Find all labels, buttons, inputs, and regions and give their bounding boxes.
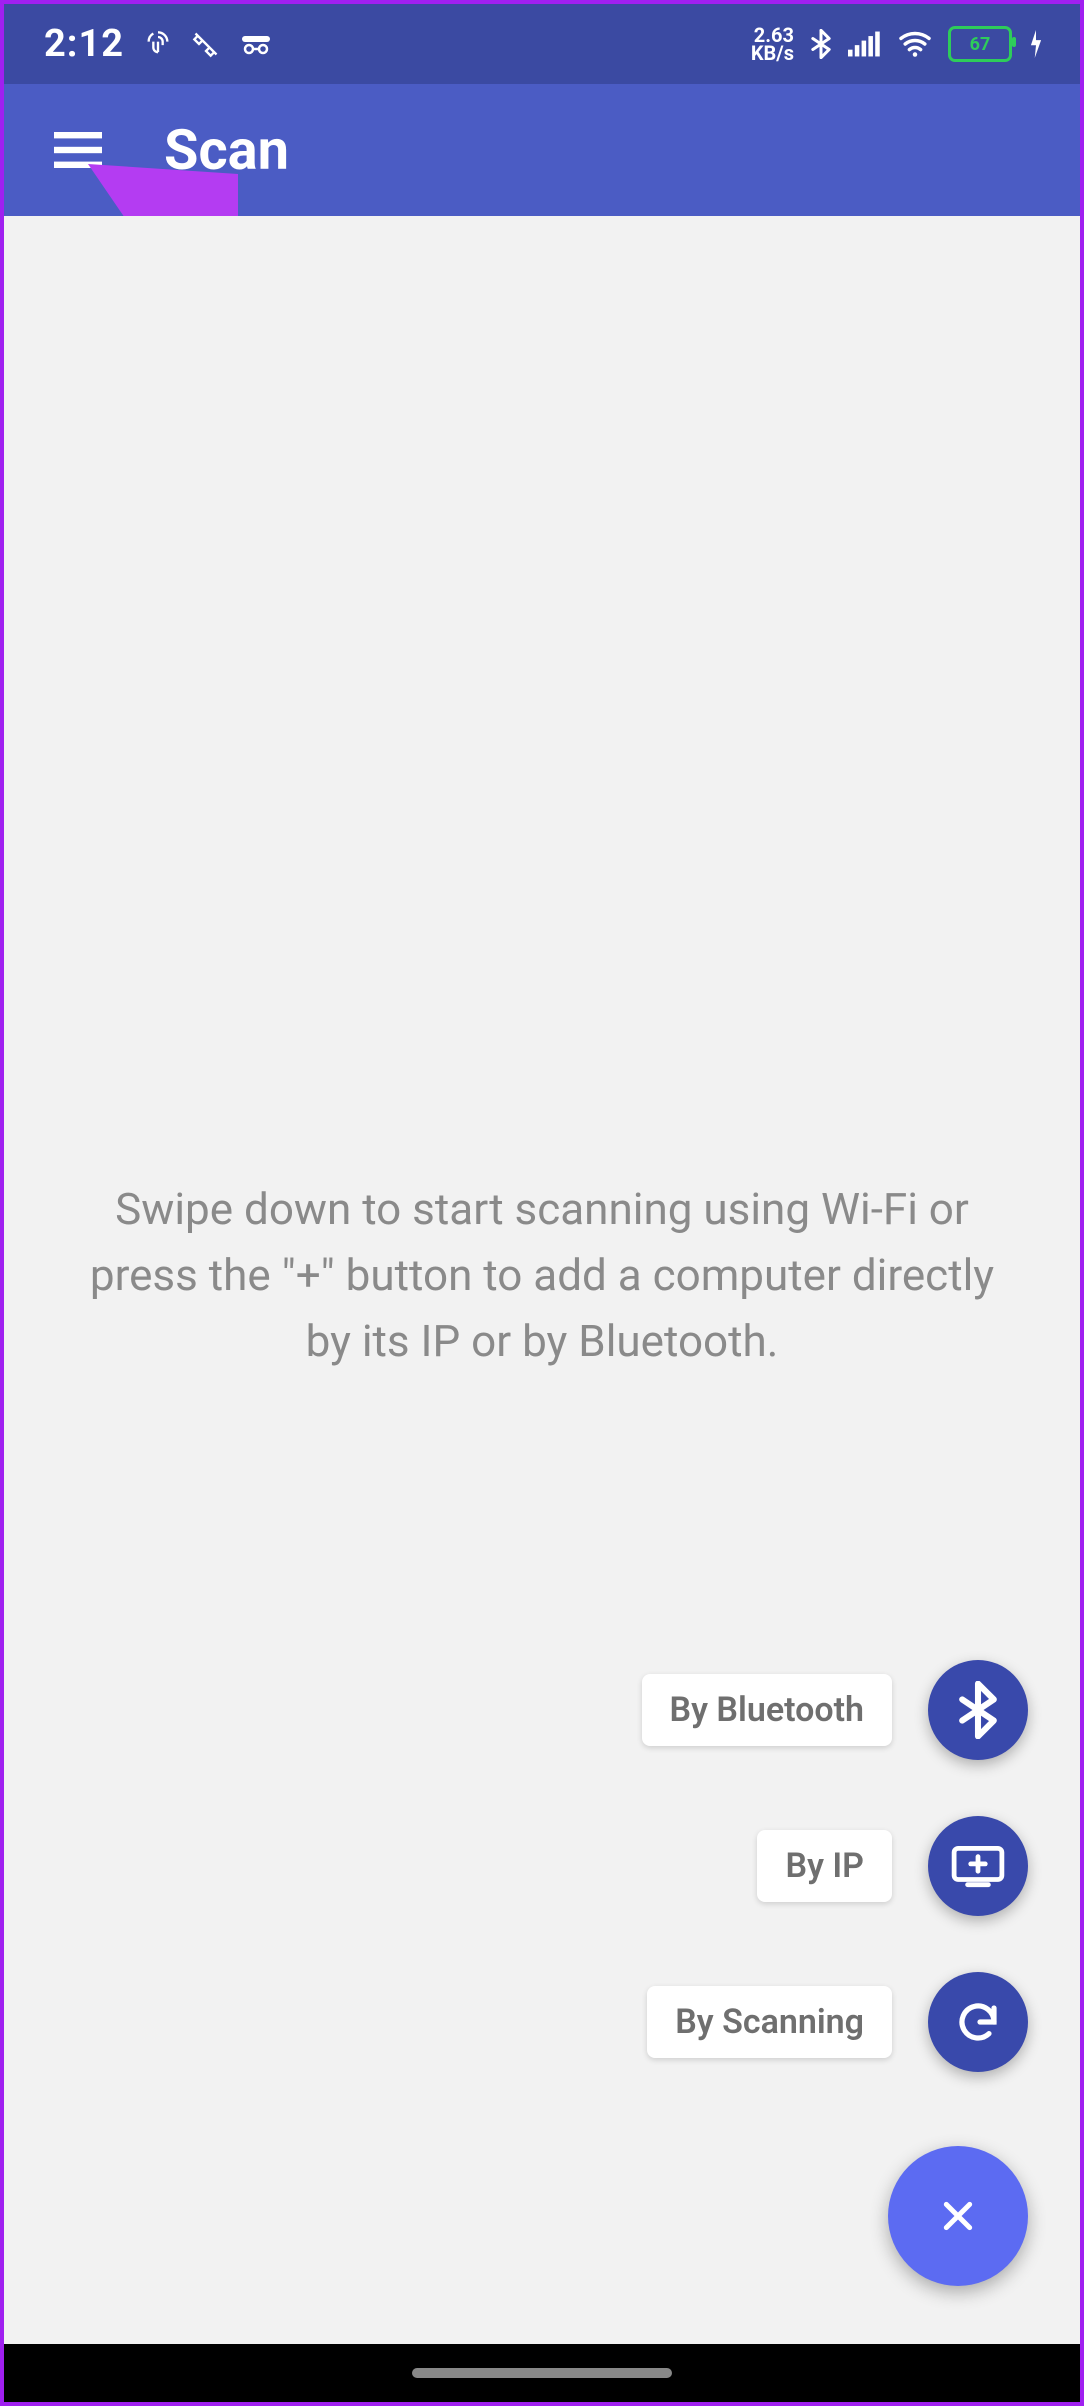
- speed-dial-label-bluetooth[interactable]: By Bluetooth: [642, 1674, 892, 1746]
- content-area[interactable]: Swipe down to start scanning using Wi-Fi…: [4, 216, 1080, 2344]
- speed-dial-button-scan[interactable]: [928, 1972, 1028, 2072]
- bluetooth-icon: [956, 1681, 1000, 1739]
- add-monitor-icon: [951, 1844, 1005, 1888]
- wifi-icon: [898, 30, 932, 58]
- speed-dial-button-ip[interactable]: [928, 1816, 1028, 1916]
- incognito-icon: [240, 30, 272, 58]
- speed-dial: By Bluetooth By IP: [642, 1660, 1028, 2286]
- speed-dial-label-ip[interactable]: By IP: [757, 1830, 892, 1902]
- status-bar: 2:12: [4, 4, 1080, 84]
- data-speed-indicator: 2.63 KB/s: [751, 26, 794, 62]
- status-right: 2.63 KB/s: [751, 26, 1044, 62]
- satellite-off-icon: [192, 30, 220, 58]
- battery-percentage: 67: [970, 34, 991, 55]
- page-title: Scan: [164, 117, 289, 183]
- close-icon: [938, 2196, 978, 2236]
- speed-dial-item-ip: By IP: [757, 1816, 1028, 1916]
- speed-dial-button-bluetooth[interactable]: [928, 1660, 1028, 1760]
- speed-dial-item-bluetooth: By Bluetooth: [642, 1660, 1028, 1760]
- empty-state-message: Swipe down to start scanning using Wi-Fi…: [64, 1176, 1020, 1374]
- device-frame: 2:12: [0, 0, 1084, 2406]
- hamburger-icon: [54, 132, 102, 168]
- system-nav-bar: [4, 2344, 1080, 2402]
- app-bar: Scan: [4, 84, 1080, 216]
- data-speed-unit: KB/s: [751, 44, 794, 62]
- bluetooth-icon: [810, 29, 832, 59]
- hamburger-menu-button[interactable]: [48, 120, 108, 180]
- speed-dial-item-scan: By Scanning: [647, 1972, 1028, 2072]
- speed-dial-label-scan[interactable]: By Scanning: [647, 1986, 892, 2058]
- status-left: 2:12: [44, 22, 272, 66]
- charging-icon: [1028, 30, 1044, 58]
- refresh-icon: [954, 1998, 1002, 2046]
- fingerprint-icon: [144, 30, 172, 58]
- speed-dial-close-button[interactable]: [888, 2146, 1028, 2286]
- cell-signal-icon: [848, 30, 882, 58]
- screen: 2:12: [4, 4, 1080, 2402]
- gesture-handle[interactable]: [412, 2368, 672, 2378]
- battery-icon: 67: [948, 26, 1012, 62]
- status-clock: 2:12: [44, 22, 124, 66]
